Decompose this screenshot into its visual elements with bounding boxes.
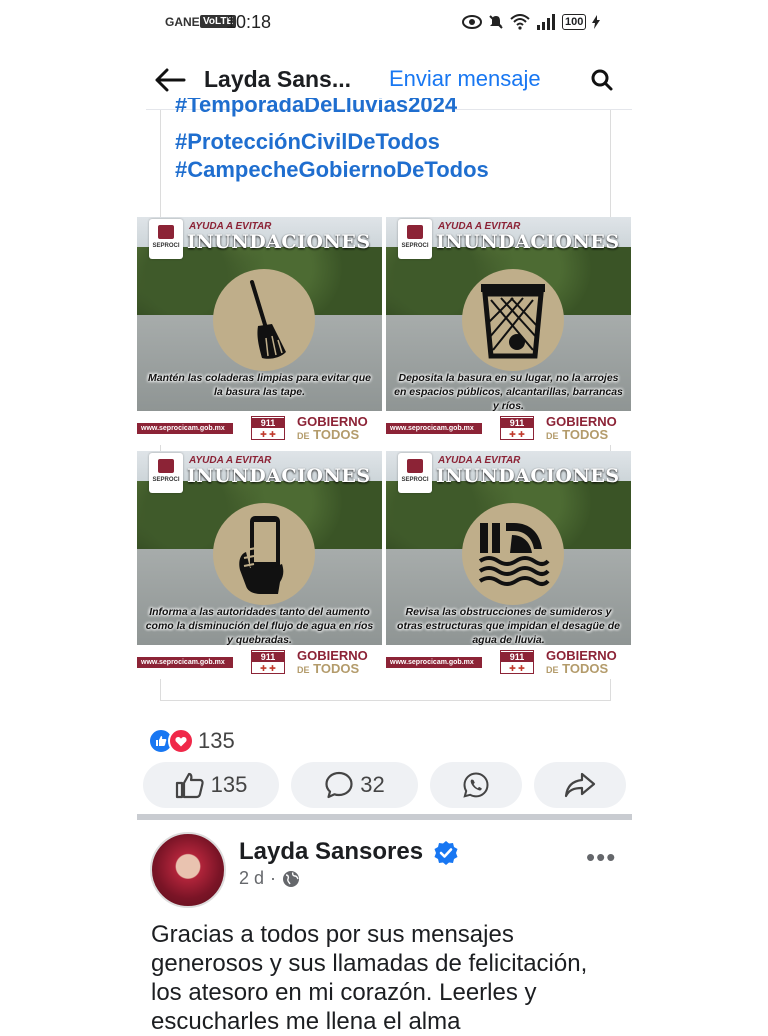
reactions-summary[interactable]: 135	[148, 727, 235, 755]
post-time[interactable]: 2 d	[239, 868, 264, 889]
meta-separator: ·	[270, 868, 277, 888]
hashtag-text: #TemporadaDeLluvias2024	[175, 98, 458, 117]
whatsapp-icon	[463, 772, 489, 798]
tile-heading: INUNDACIONES	[436, 465, 620, 487]
phone-hand-icon	[213, 503, 315, 605]
eye-icon	[462, 15, 482, 29]
comment-button[interactable]: 32	[291, 762, 418, 808]
hashtag-link[interactable]: #CampecheGobiernoDeTodos	[175, 157, 489, 183]
avatar[interactable]	[150, 832, 226, 908]
tile-footer: www.seprocicam.gob.mx 911 ✚ ✚ GOBIERNO DE TO…	[137, 645, 382, 679]
tile-caption: Informa a las autoridades tanto del aume…	[145, 606, 374, 646]
thumbs-up-icon	[175, 772, 204, 799]
globe-icon	[283, 870, 300, 887]
tile-footer: www.seprocicam.gob.mx 911 ✚ ✚ GOBIERNO DE TO…	[386, 645, 631, 679]
tile-url: www.seprocicam.gob.mx	[137, 423, 233, 434]
like-button[interactable]: 135	[143, 762, 279, 808]
seproci-logo: SEPROCI	[398, 219, 432, 259]
tile-url: www.seprocicam.gob.mx	[137, 657, 233, 668]
comment-bubble-icon	[325, 771, 353, 799]
gobierno-de-todos-logo: GOBIERNO DE TODOS	[546, 648, 617, 676]
infographic-tile[interactable]: SEPROCI AYUDA A EVITAR INUNDACIONES Deposit…	[386, 217, 631, 445]
infographic-tile[interactable]: SEPROCI AYUDA A EVITAR INUNDACIONES Mantén …	[137, 217, 382, 445]
emergency-911-logo: 911 ✚ ✚	[251, 416, 285, 440]
post-author[interactable]: Layda Sansores	[239, 838, 423, 866]
hashtag-link[interactable]: #TemporadaDeLluvias2024	[175, 98, 457, 126]
status-bar: GANE VoLTE 10:18 100	[0, 0, 768, 46]
hashtag-link[interactable]: #ProtecciónCivilDeTodos	[175, 129, 440, 155]
back-button[interactable]	[152, 62, 188, 98]
signal-icon	[537, 14, 555, 30]
emergency-911-logo: 911 ✚ ✚	[500, 650, 534, 674]
tile-caption: Revisa las obstrucciones de sumideros y …	[397, 606, 620, 646]
feed-divider	[137, 814, 632, 820]
tile-caption: Deposita la basura en su lugar, no la ar…	[394, 372, 623, 412]
charging-icon	[592, 15, 601, 29]
seproci-logo: SEPROCI	[149, 453, 183, 493]
love-reaction-icon	[168, 728, 194, 754]
tile-heading: INUNDACIONES	[436, 231, 620, 253]
battery-level: 100	[562, 14, 587, 30]
comment-count: 32	[360, 772, 385, 797]
status-icons: 100	[462, 11, 601, 33]
infographic-tile[interactable]: SEPROCI AYUDA A EVITAR INUNDACIONES Revisa …	[386, 451, 631, 679]
share-button[interactable]	[534, 762, 626, 808]
tile-url: www.seprocicam.gob.mx	[386, 657, 482, 668]
tile-footer: www.seprocicam.gob.mx 911 ✚ ✚ GOBIERNO DE TO…	[137, 411, 382, 445]
tile-heading: INUNDACIONES	[187, 465, 371, 487]
gobierno-de-todos-logo: GOBIERNO DE TODOS	[297, 648, 368, 676]
send-message-button[interactable]: Enviar mensaje	[389, 66, 541, 92]
drain-pipe-icon	[462, 503, 564, 605]
emergency-911-logo: 911 ✚ ✚	[251, 650, 285, 674]
tile-caption: Mantén las coladeras limpias para evitar…	[148, 372, 371, 398]
search-button[interactable]	[588, 66, 616, 94]
bell-muted-icon	[489, 15, 503, 29]
tile-footer: www.seprocicam.gob.mx 911 ✚ ✚ GOBIERNO DE TO…	[386, 411, 631, 445]
like-count: 135	[210, 772, 248, 797]
gobierno-de-todos-logo: GOBIERNO DE TODOS	[546, 414, 617, 442]
tile-url: www.seprocicam.gob.mx	[386, 423, 482, 434]
clock: 10:18	[226, 12, 272, 32]
trash-bin-icon	[462, 269, 564, 371]
carrier-label: GANE	[165, 15, 200, 29]
seproci-logo: SEPROCI	[149, 219, 183, 259]
whatsapp-share-button[interactable]	[430, 762, 522, 808]
post-text: Gracias a todos por sus mensajes generos…	[151, 921, 588, 1035]
seproci-logo: SEPROCI	[398, 453, 432, 493]
arrow-left-icon	[155, 68, 186, 92]
gobierno-de-todos-logo: GOBIERNO DE TODOS	[297, 414, 368, 442]
tile-heading: INUNDACIONES	[187, 231, 371, 253]
more-options-button[interactable]: •••	[586, 842, 616, 873]
infographic-tile[interactable]: SEPROCI AYUDA A EVITAR INUNDACIONES Informa…	[137, 451, 382, 679]
wifi-icon	[510, 14, 530, 30]
share-arrow-icon	[564, 772, 596, 798]
post-meta: 2 d ·	[239, 868, 300, 889]
search-icon	[591, 69, 613, 91]
page-title[interactable]: Layda Sans...	[204, 66, 351, 93]
verified-badge-icon	[434, 841, 458, 865]
broom-icon	[213, 269, 315, 371]
reaction-count: 135	[198, 728, 235, 753]
emergency-911-logo: 911 ✚ ✚	[500, 416, 534, 440]
